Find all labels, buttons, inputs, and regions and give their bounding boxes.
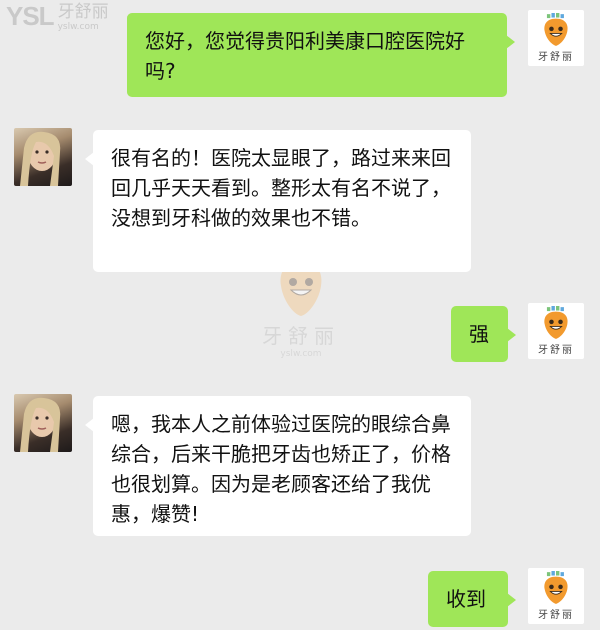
avatar[interactable] (14, 128, 72, 186)
watermark-url: yslw.com (57, 22, 99, 32)
message-text: 收到 (446, 587, 486, 611)
avatar-label: 牙舒丽 (538, 345, 574, 356)
message-text: 您好，您觉得贵阳利美康口腔医院好吗? (145, 29, 465, 83)
user-photo-icon (20, 397, 61, 452)
message-bubble-sent[interactable]: 收到 (428, 571, 516, 627)
carrot-logo-icon (544, 571, 568, 604)
avatar[interactable]: 牙舒丽 (528, 568, 584, 624)
avatar-label: 牙舒丽 (538, 610, 574, 621)
message-bubble-received[interactable]: 很有名的！医院太显眼了，路过来来回回几乎天天看到。整形太有名不说了，没想到牙科做… (85, 130, 471, 272)
message-bubble-sent[interactable]: 强 (451, 306, 516, 362)
center-watermark-url: yslw.com (280, 349, 322, 359)
message-text: 强 (469, 322, 489, 346)
avatar[interactable]: 牙舒丽 (528, 303, 584, 359)
message-bubble-sent[interactable]: 您好，您觉得贵阳利美康口腔医院好吗? (127, 13, 515, 97)
avatar[interactable] (14, 394, 72, 452)
watermark-brand: YSL (6, 1, 55, 31)
message-text: 很有名的！医院太显眼了，路过来来回回几乎天天看到。整形太有名不说了，没想到牙科做… (111, 146, 451, 230)
watermark-name: 牙舒丽 (57, 2, 109, 22)
message-text: 嗯，我本人之前体验过医院的眼综合鼻综合，后来干脆把牙齿也矫正了，价格也很划算。因… (111, 412, 451, 526)
top-watermark: YSL 牙舒丽 yslw.com (6, 2, 109, 32)
carrot-logo-icon (544, 306, 568, 339)
avatar[interactable]: 牙舒丽 (528, 10, 584, 66)
carrot-logo-icon (544, 13, 568, 46)
user-photo-icon (20, 131, 61, 186)
message-bubble-received[interactable]: 嗯，我本人之前体验过医院的眼综合鼻综合，后来干脆把牙齿也矫正了，价格也很划算。因… (85, 396, 471, 536)
avatar-label: 牙舒丽 (538, 52, 574, 63)
center-watermark-name: 牙舒丽 (262, 324, 340, 348)
